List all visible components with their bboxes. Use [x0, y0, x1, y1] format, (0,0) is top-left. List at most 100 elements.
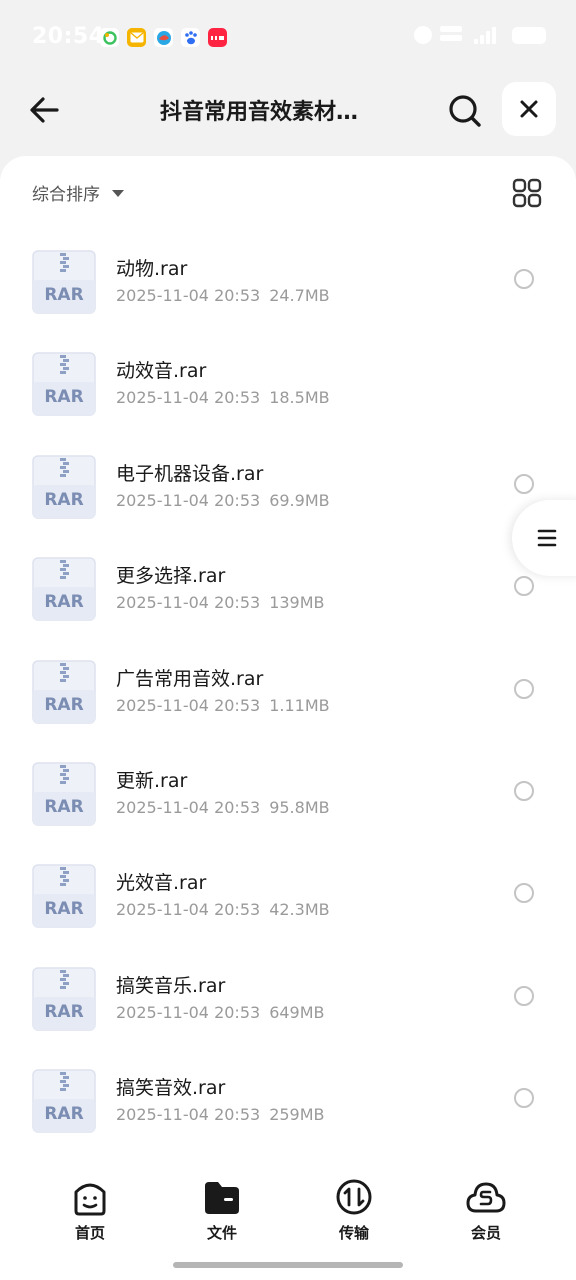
home-indicator[interactable] — [173, 1262, 403, 1268]
file-name: 更多选择.rar — [116, 565, 226, 588]
close-icon — [520, 100, 538, 118]
nav-label-transfer: 传输 — [338, 1224, 369, 1242]
file-type-label: RAR — [44, 387, 83, 407]
file-meta: 2025-11-04 20:53 95.8MB — [116, 798, 339, 817]
mail-icon — [127, 28, 146, 47]
file-type-label: RAR — [44, 1002, 83, 1022]
file-meta: 2025-11-04 20:53 69.9MB — [116, 491, 339, 510]
nav-label-member: 会员 — [470, 1224, 501, 1242]
file-type-label: RAR — [44, 1104, 83, 1124]
status-bar: 20:54 — [0, 0, 576, 76]
file-row[interactable]: RAR 动物.rar 2025-11-04 20:53 24.7MB — [0, 240, 576, 336]
sort-label: 综合排序 — [32, 185, 100, 205]
file-size: 24.7MB — [269, 286, 330, 305]
file-row[interactable]: RAR 搞笑音效.rar 2025-11-04 20:53 259MB — [0, 1059, 576, 1155]
signal-icon — [474, 26, 504, 44]
file-size: 259MB — [269, 1105, 325, 1125]
system-status-icons — [414, 26, 546, 44]
grid-view-icon — [512, 178, 542, 208]
nav-label-home: 首页 — [74, 1224, 105, 1242]
search-icon — [449, 95, 481, 127]
transfer-icon — [336, 1179, 372, 1215]
file-meta: 2025-11-04 20:53 139MB — [116, 593, 334, 612]
file-date: 2025-11-04 20:53 — [116, 593, 261, 613]
rar-file-icon: RAR — [32, 557, 96, 621]
status-time: 20:54 — [32, 24, 105, 49]
notification-icons — [100, 28, 227, 47]
file-row[interactable]: RAR 电子机器设备.rar 2025-11-04 20:53 69.9MB — [0, 445, 576, 541]
arrow-left-icon — [30, 97, 59, 123]
file-name: 更新.rar — [116, 770, 188, 792]
nav-item-member[interactable]: 会员 — [441, 1170, 531, 1242]
file-meta: 2025-11-04 20:53 42.3MB — [116, 900, 339, 919]
bird-app-icon — [154, 28, 173, 47]
file-name: 动效音.rar — [116, 360, 207, 383]
file-date: 2025-11-04 20:53 — [116, 900, 261, 920]
back-button[interactable] — [22, 88, 66, 132]
network-speed-icon — [440, 26, 466, 44]
file-name: 光效音.rar — [116, 872, 207, 895]
grid-view-button[interactable] — [512, 178, 544, 210]
file-type-label: RAR — [44, 695, 83, 715]
file-date: 2025-11-04 20:53 — [116, 1002, 261, 1022]
file-meta: 2025-11-04 20:53 1.11MB — [116, 696, 339, 715]
file-row[interactable]: RAR 广告常用音效.rar 2025-11-04 20:53 1.11MB — [0, 650, 576, 746]
file-row[interactable]: RAR 光效音.rar 2025-11-04 20:53 42.3MB — [0, 854, 576, 950]
rar-file-icon: RAR — [32, 1069, 96, 1133]
search-button[interactable] — [442, 88, 488, 134]
file-size: 139MB — [269, 593, 325, 613]
file-type-label: RAR — [44, 899, 83, 919]
wechat-icon — [100, 28, 119, 47]
file-type-label: RAR — [44, 797, 83, 817]
rar-file-icon: RAR — [32, 762, 96, 826]
select-radio[interactable] — [514, 678, 534, 699]
select-radio[interactable] — [514, 781, 534, 801]
xiaohongshu-icon — [208, 28, 227, 47]
file-meta: 2025-11-04 20:53 259MB — [116, 1105, 334, 1124]
battery-icon — [512, 26, 546, 44]
file-row[interactable]: RAR 更新.rar 2025-11-04 20:53 95.8MB — [0, 752, 576, 848]
page-title: 抖音常用音效素材… — [160, 100, 359, 125]
file-date: 2025-11-04 20:53 — [116, 388, 261, 408]
baidu-icon — [181, 28, 200, 47]
menu-lines-icon — [537, 529, 557, 547]
file-date: 2025-11-04 20:53 — [116, 798, 261, 817]
select-radio[interactable] — [514, 1088, 534, 1109]
file-type-label: RAR — [44, 490, 83, 510]
close-button[interactable] — [502, 82, 556, 136]
select-radio[interactable] — [514, 985, 534, 1006]
file-row[interactable]: RAR 更多选择.rar 2025-11-04 20:53 139MB — [0, 547, 576, 643]
sort-dropdown[interactable]: 综合排序 — [32, 180, 124, 205]
cloud-member-icon — [466, 1182, 506, 1213]
folder-icon — [205, 1182, 239, 1214]
file-name: 电子机器设备.rar — [116, 462, 264, 485]
file-name: 搞笑音乐.rar — [116, 974, 226, 997]
file-type-label: RAR — [44, 285, 83, 305]
rar-file-icon: RAR — [32, 352, 96, 417]
rar-file-icon: RAR — [32, 967, 96, 1031]
rar-file-icon: RAR — [32, 659, 96, 724]
file-meta: 2025-11-04 20:53 649MB — [116, 1003, 334, 1022]
file-date: 2025-11-04 20:53 — [116, 490, 261, 510]
nav-item-home[interactable]: 首页 — [45, 1170, 135, 1242]
file-date: 2025-11-04 20:53 — [116, 286, 261, 305]
alarm-icon — [414, 26, 432, 44]
nav-item-transfer[interactable]: 传输 — [309, 1170, 399, 1242]
caret-down-icon — [112, 190, 124, 197]
file-size: 1.11MB — [269, 695, 330, 715]
header: 抖音常用音效素材… — [0, 76, 576, 156]
bottom-nav: 首页 文件 传输 会员 — [0, 1170, 576, 1260]
select-radio[interactable] — [514, 576, 534, 597]
select-radio[interactable] — [514, 269, 534, 289]
file-row[interactable]: RAR 搞笑音乐.rar 2025-11-04 20:53 649MB — [0, 957, 576, 1053]
select-radio[interactable] — [514, 883, 534, 904]
file-row[interactable]: RAR 动效音.rar 2025-11-04 20:53 18.5MB — [0, 342, 576, 438]
file-name: 搞笑音效.rar — [116, 1077, 226, 1100]
select-radio[interactable] — [514, 473, 534, 494]
file-name: 动物.rar — [116, 258, 188, 280]
nav-item-files[interactable]: 文件 — [177, 1170, 267, 1242]
file-meta: 2025-11-04 20:53 18.5MB — [116, 388, 339, 407]
file-type-label: RAR — [44, 592, 83, 612]
file-date: 2025-11-04 20:53 — [116, 1105, 261, 1125]
smile-home-icon — [74, 1183, 106, 1216]
